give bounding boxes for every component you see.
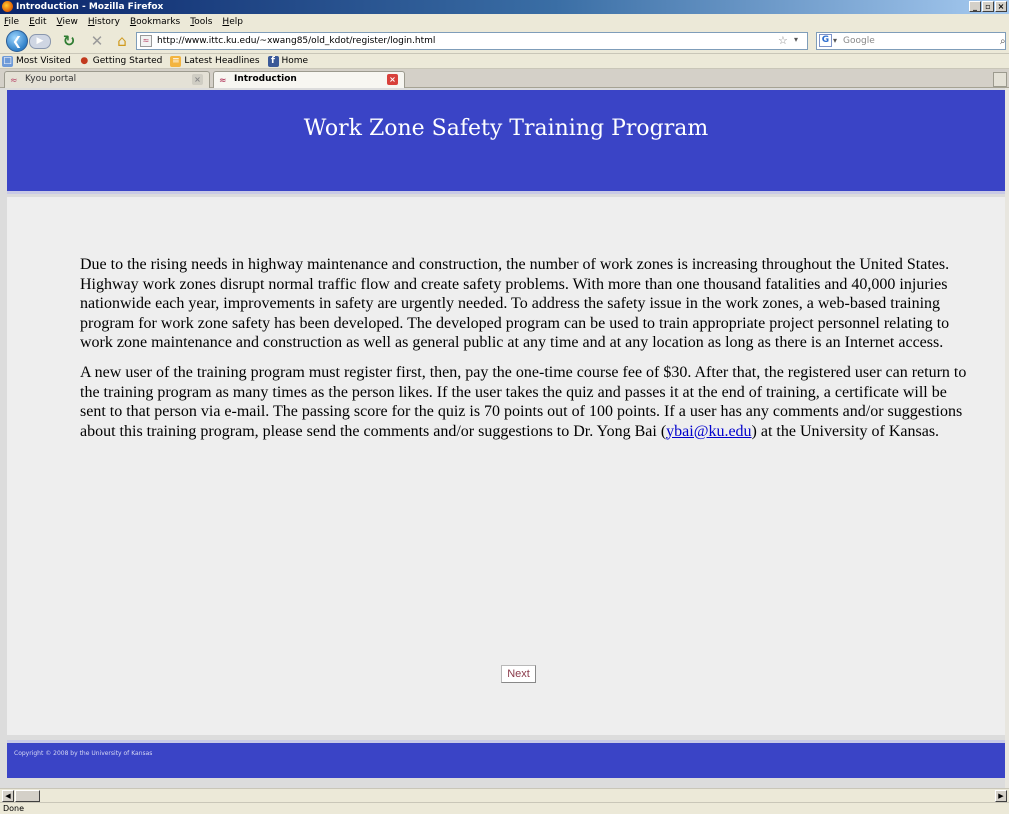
menu-edit[interactable]: Edit: [29, 17, 46, 27]
most-visited-icon: □: [2, 55, 13, 67]
getting-started-icon: ●: [80, 55, 89, 66]
menu-history[interactable]: History: [88, 17, 120, 27]
bookmark-label: Getting Started: [92, 56, 163, 66]
search-magnifier-icon[interactable]: ⌕: [1000, 36, 1006, 47]
search-input[interactable]: G ▾ Google: [816, 32, 1006, 50]
site-favicon-icon: ≈: [140, 35, 152, 47]
window-title: Introduction - Mozilla Firefox: [16, 2, 164, 12]
page-viewport: Work Zone Safety Training Program Due to…: [0, 88, 1009, 788]
search-engine-dropdown-icon[interactable]: ▾: [833, 33, 837, 49]
tab-favicon-icon: ≈: [219, 76, 227, 86]
url-dropdown-icon[interactable]: ▾: [794, 35, 798, 44]
menu-file[interactable]: File: [4, 17, 19, 27]
bookmark-star-icon[interactable]: ☆: [778, 34, 788, 47]
navigation-toolbar: ❮ ▶ ↻ ✕ ⌂ ≈ http://www.ittc.ku.edu/~xwan…: [0, 29, 1009, 54]
bookmark-label: Home: [281, 56, 309, 66]
bookmark-home[interactable]: f Home: [267, 55, 309, 67]
tab-strip: ≈ Kyou portal × ≈ Introduction ×: [0, 69, 1009, 88]
bookmark-most-visited[interactable]: □ Most Visited: [2, 55, 71, 67]
page-content: Due to the rising needs in highway maint…: [7, 197, 1005, 735]
menu-view[interactable]: View: [57, 17, 78, 27]
status-text: Done: [3, 804, 25, 813]
horizontal-scrollbar[interactable]: ◀ ▶: [0, 788, 1009, 802]
url-text: http://www.ittc.ku.edu/~xwang85/old_kdot…: [157, 36, 436, 46]
bookmark-label: Most Visited: [16, 56, 71, 66]
home-icon[interactable]: ⌂: [113, 32, 131, 50]
back-arrow-icon[interactable]: ❮: [6, 30, 28, 52]
facebook-icon: f: [267, 55, 279, 67]
menu-help[interactable]: Help: [222, 17, 243, 27]
rss-feed-icon: ≡: [170, 55, 182, 67]
scroll-thumb[interactable]: [15, 790, 40, 802]
bookmarks-bar: □ Most Visited ● Getting Started ≡ Lates…: [0, 54, 1009, 69]
stop-icon[interactable]: ✕: [88, 32, 106, 50]
tab-label: Introduction: [234, 74, 297, 84]
registration-text-end: ) at the University of Kansas.: [751, 422, 940, 440]
tab-close-icon[interactable]: ×: [387, 74, 398, 85]
menu-bar: File Edit View History Bookmarks Tools H…: [0, 14, 1009, 29]
page-footer: Copyright © 2008 by the University of Ka…: [7, 740, 1005, 778]
next-button[interactable]: Next: [501, 665, 536, 683]
reload-icon[interactable]: ↻: [60, 32, 78, 50]
menu-bookmarks[interactable]: Bookmarks: [130, 17, 180, 27]
vertical-scrollbar[interactable]: [1005, 88, 1009, 788]
tab-label: Kyou portal: [25, 74, 77, 84]
tab-close-icon[interactable]: ×: [192, 74, 203, 85]
tab-favicon-icon: ≈: [10, 76, 18, 86]
google-icon[interactable]: G: [819, 34, 832, 47]
firefox-icon: [2, 1, 13, 12]
bookmark-getting-started[interactable]: ● Getting Started: [79, 55, 163, 67]
page-title: Work Zone Safety Training Program: [303, 116, 709, 141]
bookmark-latest-headlines[interactable]: ≡ Latest Headlines: [170, 55, 260, 67]
scroll-right-icon[interactable]: ▶: [995, 790, 1007, 802]
search-placeholder: Google: [843, 36, 875, 46]
tab-introduction[interactable]: ≈ Introduction ×: [213, 71, 405, 88]
bookmark-label: Latest Headlines: [184, 56, 260, 66]
menu-tools[interactable]: Tools: [190, 17, 212, 27]
status-bar: Done: [0, 802, 1009, 814]
window-controls: _ ▫ ×: [969, 1, 1007, 12]
url-bar[interactable]: ≈ http://www.ittc.ku.edu/~xwang85/old_kd…: [136, 32, 808, 50]
page-header: Work Zone Safety Training Program: [7, 90, 1005, 194]
tab-kyou-portal[interactable]: ≈ Kyou portal ×: [4, 71, 210, 88]
copyright-text: Copyright © 2008 by the University of Ka…: [14, 750, 153, 757]
close-button[interactable]: ×: [995, 1, 1007, 12]
intro-paragraph: Due to the rising needs in highway maint…: [80, 256, 950, 351]
window-titlebar[interactable]: Introduction - Mozilla Firefox _ ▫ ×: [0, 0, 1009, 14]
tab-list-button[interactable]: [993, 72, 1007, 87]
scroll-left-icon[interactable]: ◀: [2, 790, 14, 802]
email-link[interactable]: ybai@ku.edu: [666, 423, 751, 440]
forward-arrow-icon[interactable]: ▶: [29, 34, 51, 49]
minimize-button[interactable]: _: [969, 1, 981, 12]
maximize-button[interactable]: ▫: [982, 1, 994, 12]
registration-paragraph: A new user of the training program must …: [80, 363, 970, 441]
